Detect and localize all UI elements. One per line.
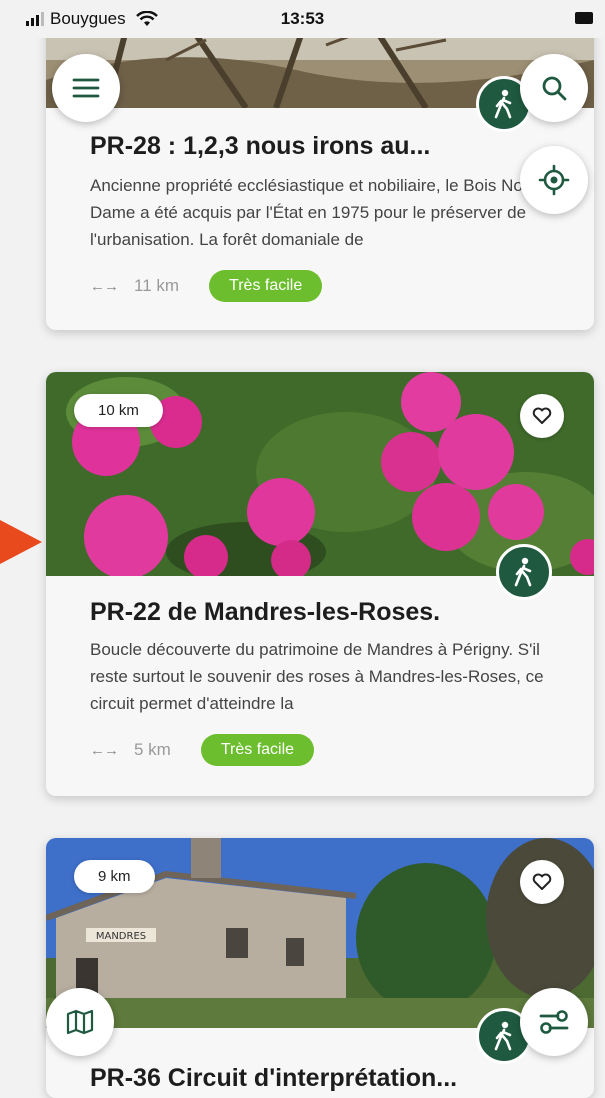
trail-card[interactable]: PR-28 : 1,2,3 nous irons au... Ancienne … — [46, 20, 594, 330]
card-distance: 5 km — [134, 740, 171, 759]
card-title: PR-22 de Mandres-les-Roses. — [90, 598, 441, 626]
hamburger-menu-icon — [72, 78, 100, 98]
card-meta: ←→ 11 km Très facile — [90, 270, 323, 302]
map-icon — [66, 1009, 94, 1035]
card-meta: ←→ 5 km Très facile — [90, 734, 315, 766]
crosshair-locate-icon — [538, 164, 570, 196]
menu-button[interactable] — [52, 54, 120, 122]
heart-outline-icon[interactable] — [520, 394, 564, 438]
card-description: Boucle découverte du patrimoine de Mandr… — [90, 640, 544, 713]
search-button[interactable] — [520, 54, 588, 122]
card-distance: 11 km — [134, 276, 180, 295]
locate-button[interactable] — [520, 146, 588, 214]
search-icon — [542, 76, 567, 101]
card-description: Ancienne propriété ecclésiastique et nob… — [90, 176, 549, 249]
annotation-arrow — [0, 520, 42, 564]
difficulty-badge: Très facile — [200, 734, 315, 766]
filter-button[interactable] — [520, 988, 588, 1056]
status-bar: Bouygues 13:53 — [0, 0, 605, 38]
distance-arrows-icon: ←→ — [90, 277, 119, 295]
heart-outline-icon[interactable] — [520, 860, 564, 904]
building-sign: MANDRES — [96, 931, 146, 942]
distance-arrows-icon: ←→ — [90, 741, 119, 759]
battery-icon — [575, 12, 593, 24]
distance-pill: 9 km — [74, 860, 155, 893]
trail-card[interactable]: MANDRES 9 km PR-36 Circuit d'interprétat… — [46, 838, 594, 1098]
card-title: PR-36 Circuit d'interprétation... — [90, 1064, 458, 1092]
map-button[interactable] — [46, 988, 114, 1056]
status-time: 13:53 — [280, 9, 325, 28]
difficulty-badge: Très facile — [209, 270, 323, 302]
card-title: PR-28 : 1,2,3 nous irons au... — [90, 132, 431, 160]
hiker-icon — [496, 544, 552, 600]
distance-pill: 10 km — [74, 394, 163, 427]
trail-card[interactable]: 10 km PR-22 de Mandres-les-Roses. Boucle… — [46, 372, 594, 796]
filter-sliders-icon — [539, 1010, 569, 1034]
